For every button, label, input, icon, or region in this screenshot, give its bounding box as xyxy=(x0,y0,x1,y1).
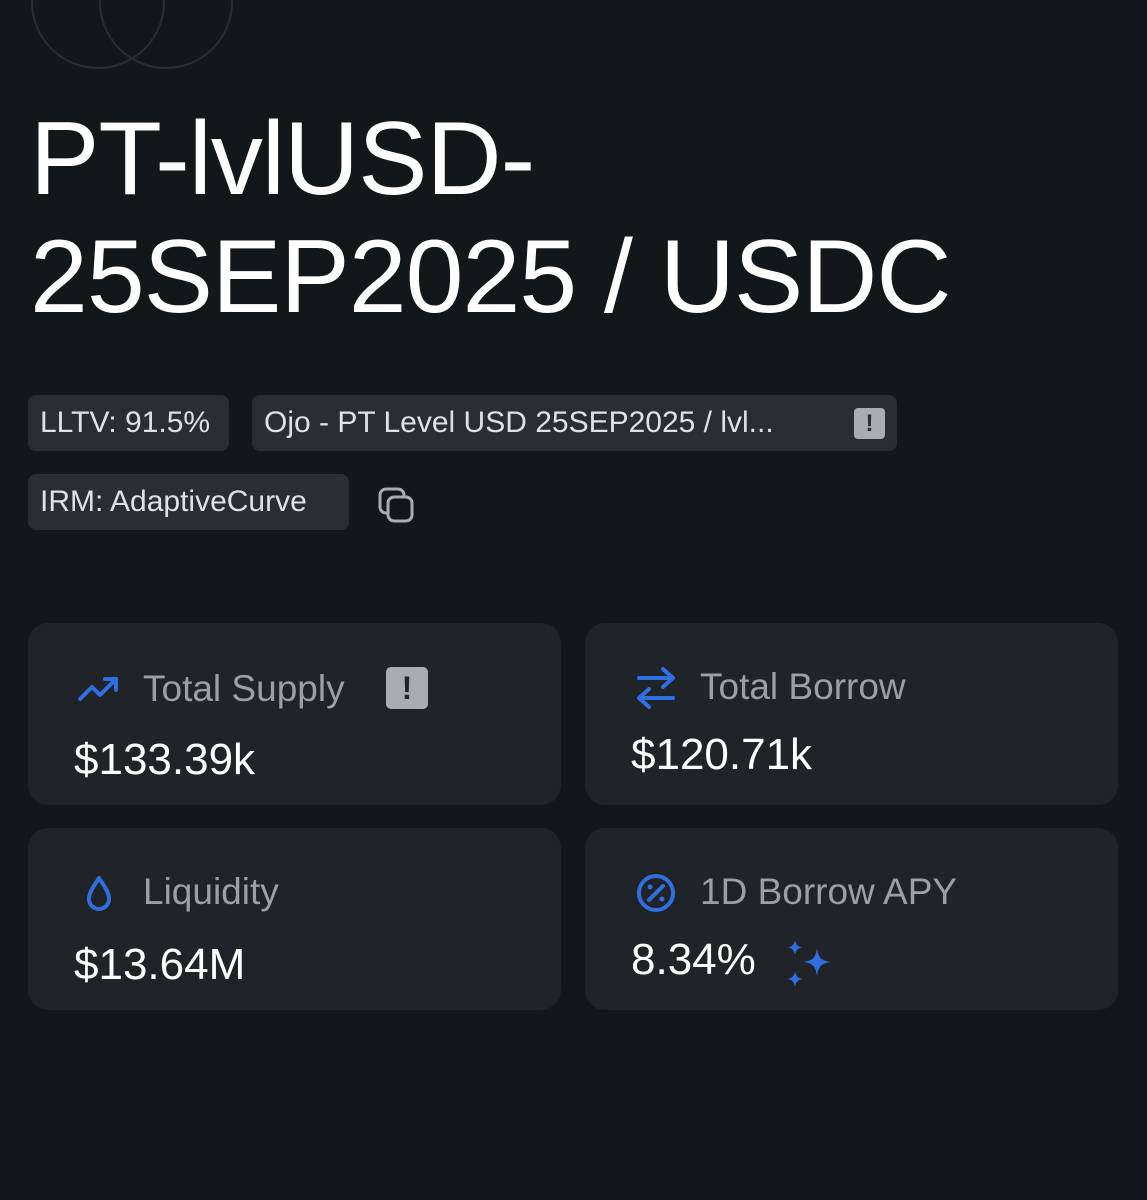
borrow-apy-value: 8.34% xyxy=(631,935,756,984)
liquidity-label: Liquidity xyxy=(143,871,279,912)
lltv-chip: LLTV: 91.5% xyxy=(28,395,229,451)
borrow-apy-label: 1D Borrow APY xyxy=(700,871,958,912)
page-title-line-2: 25SEP2025 / USDC xyxy=(30,219,952,335)
total-supply-card: Total Supply ! $133.39k xyxy=(28,623,561,805)
irm-chip: IRM: AdaptiveCurve xyxy=(28,474,349,530)
copy-icon[interactable] xyxy=(376,485,416,525)
droplet-icon xyxy=(87,876,111,911)
lltv-chip-label: LLTV: 91.5% xyxy=(40,406,211,439)
total-borrow-card: Total Borrow $120.71k xyxy=(585,623,1118,805)
total-supply-label: Total Supply xyxy=(143,668,345,709)
total-borrow-label: Total Borrow xyxy=(700,666,906,707)
irm-chip-label: IRM: AdaptiveCurve xyxy=(40,485,307,518)
page-title-line-1: PT-lvlUSD- xyxy=(30,101,535,217)
sparkle-icon[interactable] xyxy=(781,938,837,994)
liquidity-value: $13.64M xyxy=(74,940,246,989)
percent-circle-icon xyxy=(637,874,675,912)
warning-icon[interactable]: ! xyxy=(386,667,428,709)
liquidity-card: Liquidity $13.64M xyxy=(28,828,561,1010)
total-borrow-value: $120.71k xyxy=(631,730,813,779)
trending-up-icon xyxy=(78,677,118,701)
market-page: PT-lvlUSD- 25SEP2025 / USDC LLTV: 91.5% … xyxy=(0,0,1147,1200)
borrow-apy-card: 1D Borrow APY 8.34% xyxy=(585,828,1118,1010)
swap-arrows-icon xyxy=(637,667,675,709)
oracle-chip-label: Ojo - PT Level USD 25SEP2025 / lvl... xyxy=(264,406,774,439)
token-pair-logo-icon xyxy=(31,0,233,69)
page-title: PT-lvlUSD- 25SEP2025 / USDC xyxy=(30,100,1120,336)
warning-icon[interactable]: ! xyxy=(854,407,885,439)
oracle-chip[interactable]: Ojo - PT Level USD 25SEP2025 / lvl... ! xyxy=(252,395,897,451)
total-supply-value: $133.39k xyxy=(74,735,256,784)
